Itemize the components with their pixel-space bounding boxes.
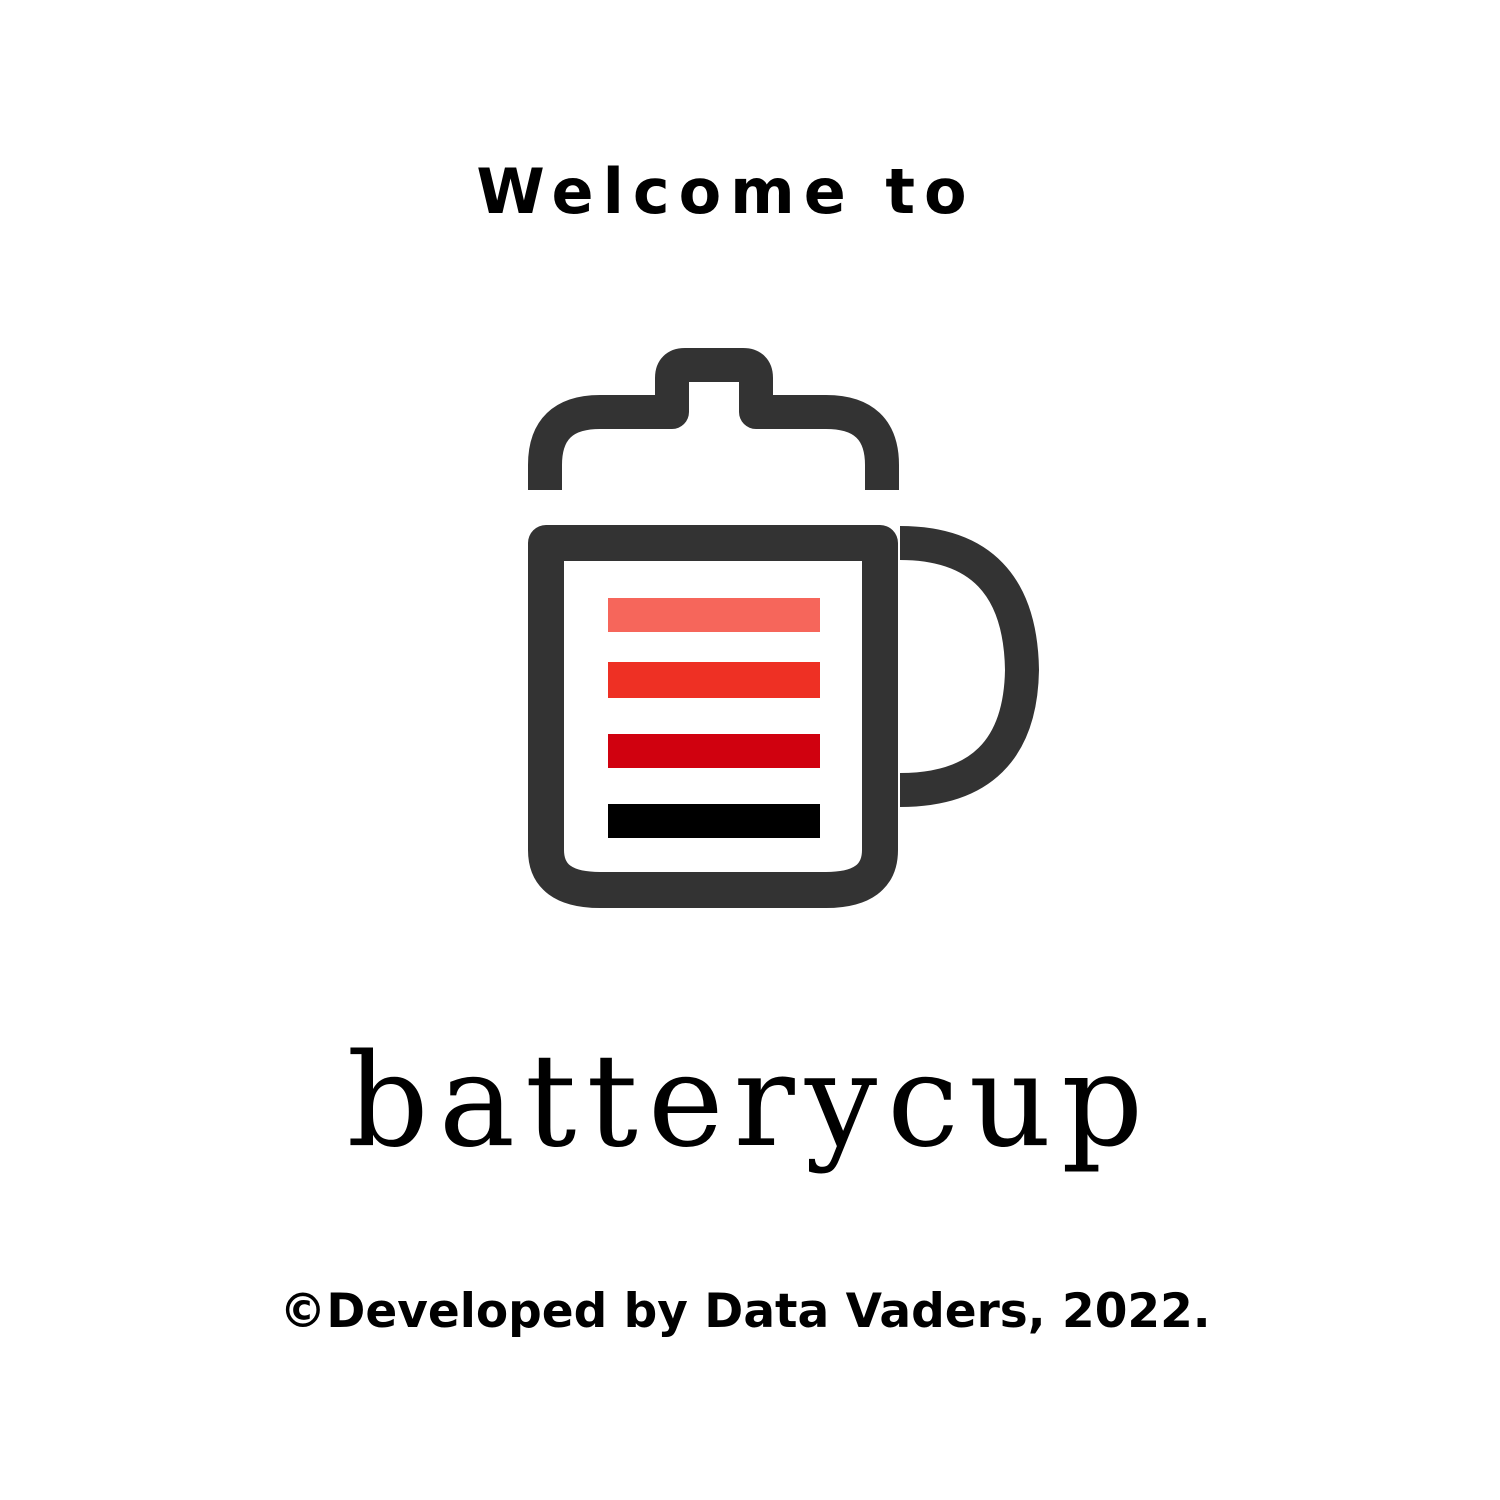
charge-bar-4	[608, 804, 820, 838]
copyright-notice: ©Developed by Data Vaders, 2022.	[279, 1284, 1211, 1339]
cup-lid	[528, 348, 899, 490]
charge-bar-1	[608, 598, 820, 632]
battery-cup-icon	[528, 348, 1040, 908]
charge-bar-2	[608, 662, 820, 698]
charge-bar-3	[608, 734, 820, 768]
splash-screen: Welcome to batterycup ©Developed by Data…	[0, 0, 1500, 1500]
app-name-title: batterycup	[346, 1027, 1154, 1176]
cup-handle	[899, 526, 1040, 807]
